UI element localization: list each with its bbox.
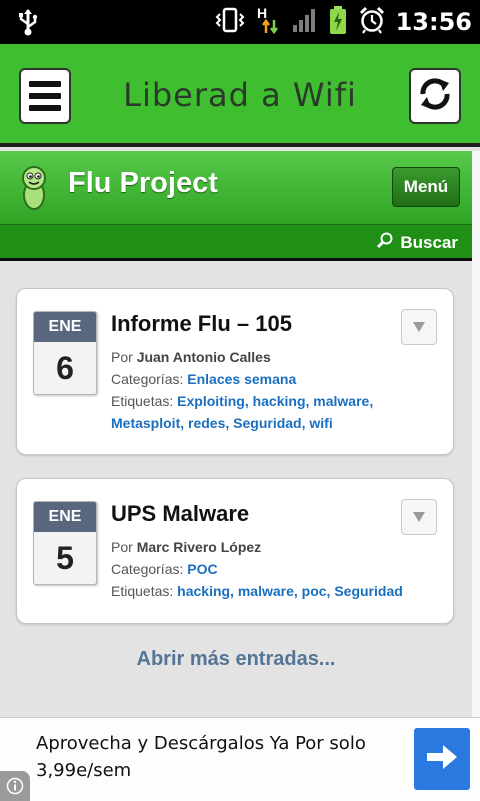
post-title[interactable]: Informe Flu – 105	[111, 311, 292, 337]
post-date-month: ENE	[34, 502, 96, 532]
categories-label: Categorías:	[111, 561, 184, 577]
vibrate-icon	[214, 6, 246, 38]
signal-icon	[292, 7, 318, 37]
site-title[interactable]: Flu Project	[68, 167, 218, 200]
alarm-icon	[358, 6, 386, 38]
post-date-day: 6	[56, 349, 74, 386]
post-date: ENE 5	[33, 501, 97, 585]
battery-charging-icon	[328, 5, 348, 39]
post-title[interactable]: UPS Malware	[111, 501, 249, 527]
post-categories-line: Categorías: Enlaces semana	[111, 371, 296, 387]
post-tags-line: Etiquetas: hacking, malware, poc, Seguri…	[111, 583, 403, 599]
app-title: Liberad a Wifi	[123, 76, 357, 114]
ad-text[interactable]: Aprovecha y Descárgalos Ya Por solo 3,99…	[36, 730, 396, 784]
post-author-line: Por Juan Antonio Calles	[111, 349, 271, 365]
post-card[interactable]: ENE 6 Informe Flu – 105 Por Juan Antonio…	[16, 288, 454, 455]
usb-icon	[14, 8, 42, 36]
triangle-down-icon	[412, 318, 426, 337]
load-more-link[interactable]: Abrir más entradas...	[0, 648, 472, 671]
post-tags-line: Etiquetas: Exploiting, hacking, malware,	[111, 393, 373, 409]
ad-banner[interactable]: Aprovecha y Descárgalos Ya Por solo 3,99…	[0, 717, 480, 801]
category-link[interactable]: Enlaces semana	[187, 371, 296, 387]
post-options-button[interactable]	[401, 499, 437, 535]
info-icon[interactable]	[0, 771, 30, 801]
svg-text:H: H	[257, 5, 267, 21]
tags-label: Etiquetas:	[111, 393, 174, 409]
post-categories-line: Categorías: POC	[111, 561, 218, 577]
clock-time: 13:56	[395, 8, 472, 36]
post-author-line: Por Marc Rivero López	[111, 539, 261, 555]
post-card[interactable]: ENE 5 UPS Malware Por Marc Rivero López …	[16, 478, 454, 624]
hamburger-icon	[29, 81, 61, 111]
hamburger-menu-button[interactable]	[19, 68, 71, 124]
triangle-down-icon	[412, 508, 426, 527]
scroll-track	[472, 151, 480, 717]
search-icon	[376, 231, 394, 254]
post-options-button[interactable]	[401, 309, 437, 345]
arrow-right-icon	[425, 742, 459, 776]
search-button[interactable]: Buscar	[376, 231, 458, 254]
author-prefix: Por	[111, 539, 133, 555]
app-bar: Liberad a Wifi	[0, 44, 480, 147]
flu-logo-icon	[20, 165, 48, 211]
tag-links[interactable]: Exploiting, hacking, malware,	[177, 393, 373, 409]
post-author[interactable]: Juan Antonio Calles	[137, 349, 271, 365]
site-header: Flu Project Menú	[0, 151, 472, 225]
refresh-button[interactable]	[409, 68, 461, 124]
tag-links[interactable]: Metasploit, redes, Seguridad, wifi	[111, 415, 333, 431]
post-date-day: 5	[56, 539, 74, 576]
tags-label: Etiquetas:	[111, 583, 174, 599]
refresh-icon	[415, 74, 455, 118]
status-bar: H 13:56	[0, 0, 480, 44]
categories-label: Categorías:	[111, 371, 184, 387]
tag-links[interactable]: hacking, malware, poc, Seguridad	[177, 583, 403, 599]
post-date: ENE 6	[33, 311, 97, 395]
post-date-month: ENE	[34, 312, 96, 342]
post-tags-line-2: Metasploit, redes, Seguridad, wifi	[111, 415, 333, 431]
category-link[interactable]: POC	[187, 561, 217, 577]
post-author[interactable]: Marc Rivero López	[137, 539, 261, 555]
site-menu-button[interactable]: Menú	[392, 167, 460, 207]
hspa-data-icon: H	[256, 5, 282, 39]
ad-open-button[interactable]	[414, 728, 470, 790]
author-prefix: Por	[111, 349, 133, 365]
search-bar: Buscar	[0, 225, 472, 261]
search-label: Buscar	[400, 232, 458, 252]
